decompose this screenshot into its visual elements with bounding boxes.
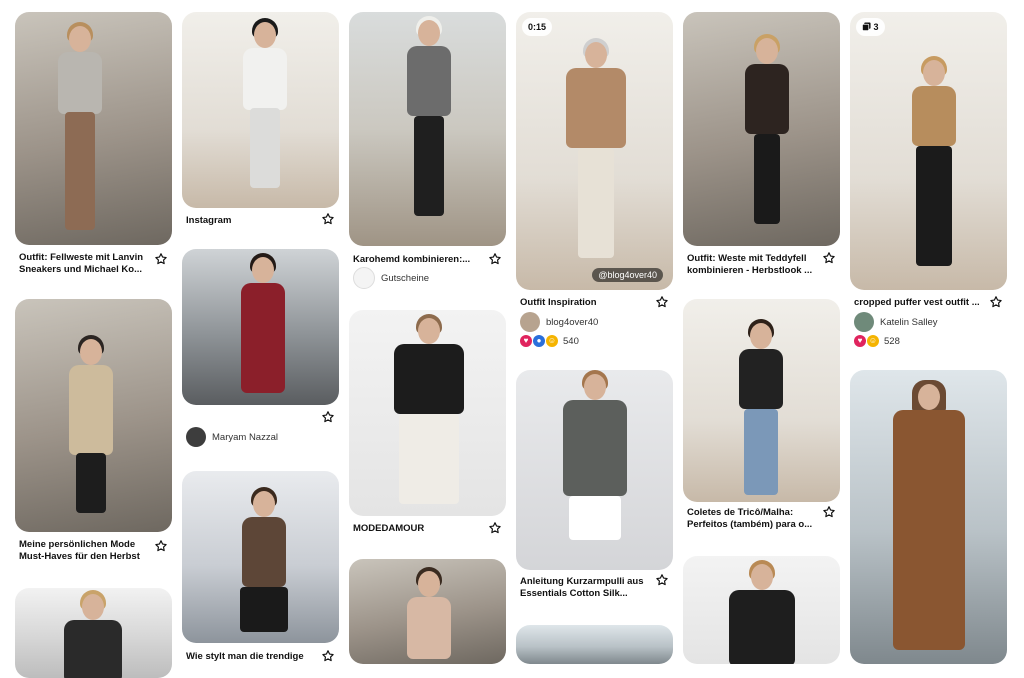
star-outline-icon[interactable]: [822, 505, 836, 519]
multi-image-icon: [862, 22, 871, 31]
star-outline-icon[interactable]: [822, 251, 836, 265]
pin-image[interactable]: [516, 625, 673, 664]
pin-title[interactable]: Outfit: Fellweste mit Lanvin Sneakers un…: [19, 252, 153, 276]
model-figure: [729, 560, 795, 664]
pin-title[interactable]: Wie stylt man die trendige: [186, 651, 320, 663]
pin-title[interactable]: Coletes de Tricô/Malha: Perfeitos (també…: [687, 507, 821, 531]
heart-reaction-icon: ♥: [520, 335, 532, 347]
model-figure: [892, 380, 966, 664]
creator-row[interactable]: Maryam Nazzal: [186, 426, 278, 448]
pin-image[interactable]: [516, 370, 673, 570]
star-outline-icon[interactable]: [321, 212, 335, 226]
model-figure: [733, 319, 789, 498]
model-figure: [238, 487, 290, 641]
creator-avatar[interactable]: [854, 312, 874, 332]
video-duration-badge: 0:15: [522, 18, 553, 36]
reactions-count: 528: [884, 335, 900, 347]
star-outline-icon[interactable]: [488, 521, 502, 535]
reactions-row[interactable]: ♥ ● ☺ 540: [520, 333, 579, 349]
pin-image[interactable]: [349, 12, 506, 246]
pin-image[interactable]: 3: [850, 12, 1007, 290]
pin-title[interactable]: cropped puffer vest outfit ...: [854, 297, 988, 309]
haha-reaction-icon: ☺: [546, 335, 558, 347]
model-figure: [236, 253, 290, 405]
model-figure: [55, 22, 105, 236]
model-figure: [906, 56, 962, 280]
pin-image[interactable]: 0:15 @blog4over40: [516, 12, 673, 290]
pin-image[interactable]: [349, 559, 506, 664]
star-outline-icon[interactable]: [154, 539, 168, 553]
star-outline-icon[interactable]: [655, 295, 669, 309]
heart-reaction-icon: ♥: [854, 335, 866, 347]
pin-title[interactable]: Karohemd kombinieren:...: [353, 254, 487, 266]
model-figure: [739, 34, 795, 238]
pin-image[interactable]: [683, 12, 840, 246]
pin-image[interactable]: [15, 12, 172, 245]
pin-image[interactable]: [15, 299, 172, 532]
model-figure: [404, 567, 454, 664]
model-figure: [401, 16, 457, 244]
pin-image[interactable]: [182, 12, 339, 208]
model-figure: [389, 314, 469, 508]
star-outline-icon[interactable]: [488, 252, 502, 266]
star-outline-icon[interactable]: [321, 410, 335, 424]
pin-image[interactable]: [850, 370, 1007, 664]
reactions-count: 540: [563, 335, 579, 347]
pin-title[interactable]: Anleitung Kurzarmpulli aus Essentials Co…: [520, 576, 654, 600]
pin-title[interactable]: Instagram: [186, 215, 320, 227]
image-watermark: @blog4over40: [592, 268, 663, 282]
model-figure: [65, 335, 117, 519]
haha-reaction-icon: ☺: [867, 335, 879, 347]
pin-image[interactable]: [683, 299, 840, 502]
pin-image[interactable]: [182, 471, 339, 643]
star-outline-icon[interactable]: [989, 295, 1003, 309]
star-outline-icon[interactable]: [321, 649, 335, 663]
creator-avatar[interactable]: [186, 427, 206, 447]
creator-row[interactable]: Katelin Salley: [854, 311, 938, 333]
pin-title[interactable]: MODEDAMOUR: [353, 523, 487, 535]
model-figure: [560, 370, 630, 564]
model-figure: [240, 18, 290, 202]
reactions-row[interactable]: ♥ ☺ 528: [854, 333, 900, 349]
creator-row[interactable]: blog4over40: [520, 311, 598, 333]
creator-name[interactable]: Katelin Salley: [880, 317, 938, 328]
creator-avatar[interactable]: [353, 267, 375, 289]
wow-reaction-icon: ●: [533, 335, 545, 347]
creator-name[interactable]: Gutscheine: [381, 273, 429, 284]
star-outline-icon[interactable]: [655, 573, 669, 587]
pin-board: Outfit: Fellweste mit Lanvin Sneakers un…: [0, 0, 1024, 678]
creator-row[interactable]: Gutscheine: [353, 267, 429, 289]
pin-title[interactable]: Meine persönlichen Mode Must-Haves für d…: [19, 539, 153, 563]
pin-title[interactable]: Outfit Inspiration: [520, 297, 654, 309]
creator-name[interactable]: blog4over40: [546, 317, 598, 328]
pin-image[interactable]: [683, 556, 840, 664]
creator-avatar[interactable]: [520, 312, 540, 332]
multi-image-badge: 3: [856, 18, 885, 36]
pin-image[interactable]: [349, 310, 506, 516]
model-figure: [63, 590, 123, 678]
model-figure: [564, 38, 628, 282]
creator-name[interactable]: Maryam Nazzal: [212, 432, 278, 443]
multi-image-count: 3: [873, 22, 879, 32]
pin-image[interactable]: [182, 249, 339, 405]
star-outline-icon[interactable]: [154, 252, 168, 266]
pin-title[interactable]: Outfit: Weste mit Teddyfell kombinieren …: [687, 253, 821, 277]
pin-image[interactable]: [15, 588, 172, 678]
